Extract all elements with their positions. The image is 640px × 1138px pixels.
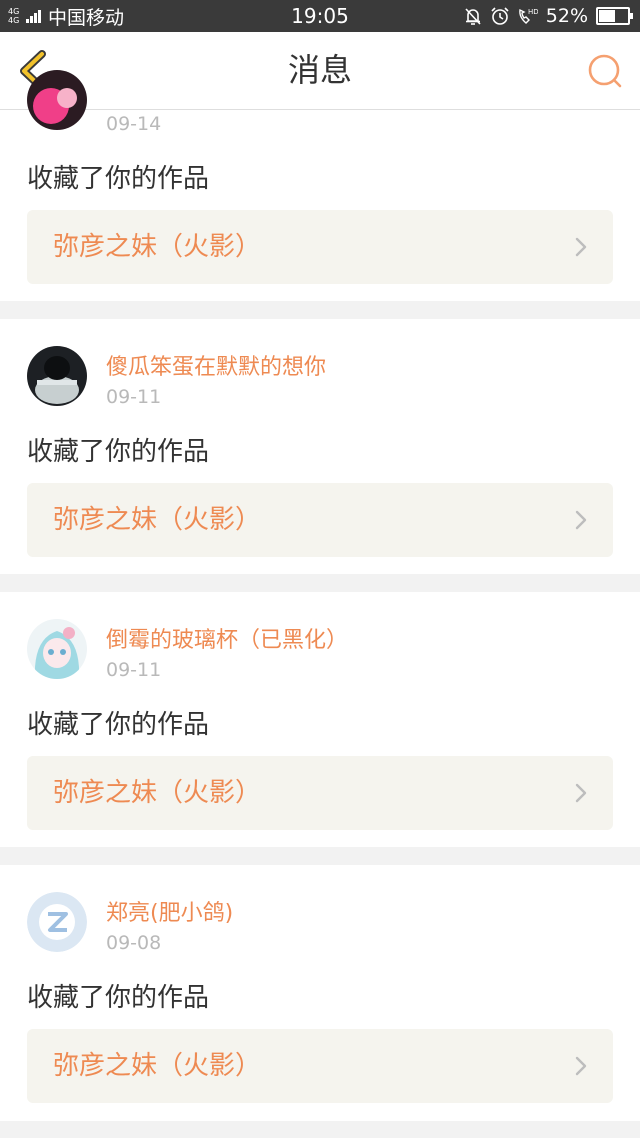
chevron-right-icon xyxy=(575,510,587,530)
message-date: 09-08 xyxy=(106,932,162,954)
username[interactable]: 倒霉的玻璃杯（已黑化） xyxy=(106,622,348,654)
message-action: 收藏了你的作品 xyxy=(27,437,210,467)
page-title: 消息 xyxy=(287,51,352,89)
message-action: 收藏了你的作品 xyxy=(27,710,210,740)
message-action: 收藏了你的作品 xyxy=(27,164,210,194)
bell-off-icon xyxy=(465,8,481,25)
battery-level xyxy=(599,10,615,22)
battery-percent: 52% xyxy=(545,5,588,27)
work-title: 弥彦之妹（火影） xyxy=(53,232,262,262)
svg-text:HD: HD xyxy=(528,8,538,16)
hd-call-icon: HD xyxy=(518,8,538,24)
work-title: 弥彦之妹（火影） xyxy=(53,505,262,535)
message-card: 倒霉的玻璃杯（已黑化） 09-11 收藏了你的作品 弥彦之妹（火影） xyxy=(0,592,640,847)
alarm-icon xyxy=(491,7,509,25)
username[interactable]: 傻瓜笨蛋在默默的想你 xyxy=(106,349,326,381)
avatar[interactable] xyxy=(27,346,87,406)
avatar[interactable] xyxy=(27,70,87,130)
avatar[interactable] xyxy=(27,892,87,952)
message-card: 郑亮(肥小鸽) 09-08 收藏了你的作品 弥彦之妹（火影） xyxy=(0,865,640,1121)
message-date: 09-11 xyxy=(106,386,162,408)
avatar[interactable] xyxy=(27,619,87,679)
chevron-right-icon xyxy=(575,237,587,257)
message-date: 09-14 xyxy=(106,113,162,135)
status-bar: 4G 4G 中国移动 19:05 HD 52% xyxy=(0,0,640,32)
work-link[interactable]: 弥彦之妹（火影） xyxy=(27,483,613,557)
work-link[interactable]: 弥彦之妹（火影） xyxy=(27,1029,613,1103)
message-action: 收藏了你的作品 xyxy=(27,983,210,1013)
message-date: 09-11 xyxy=(106,659,162,681)
work-title: 弥彦之妹（火影） xyxy=(53,1051,262,1081)
message-card: 傻瓜笨蛋在默默的想你 09-11 收藏了你的作品 弥彦之妹（火影） xyxy=(0,319,640,574)
search-icon[interactable] xyxy=(586,52,624,90)
status-right: HD 52% xyxy=(457,0,633,32)
work-link[interactable]: 弥彦之妹（火影） xyxy=(27,210,613,284)
chevron-right-icon xyxy=(575,783,587,803)
username[interactable]: 郑亮(肥小鸽) xyxy=(106,895,233,927)
work-title: 弥彦之妹（火影） xyxy=(53,778,262,808)
work-link[interactable]: 弥彦之妹（火影） xyxy=(27,756,613,830)
battery-icon xyxy=(596,7,633,25)
message-card: 09-14 收藏了你的作品 弥彦之妹（火影） xyxy=(0,70,640,301)
chevron-right-icon xyxy=(575,1056,587,1076)
nav-bar: 消息 xyxy=(0,32,640,110)
